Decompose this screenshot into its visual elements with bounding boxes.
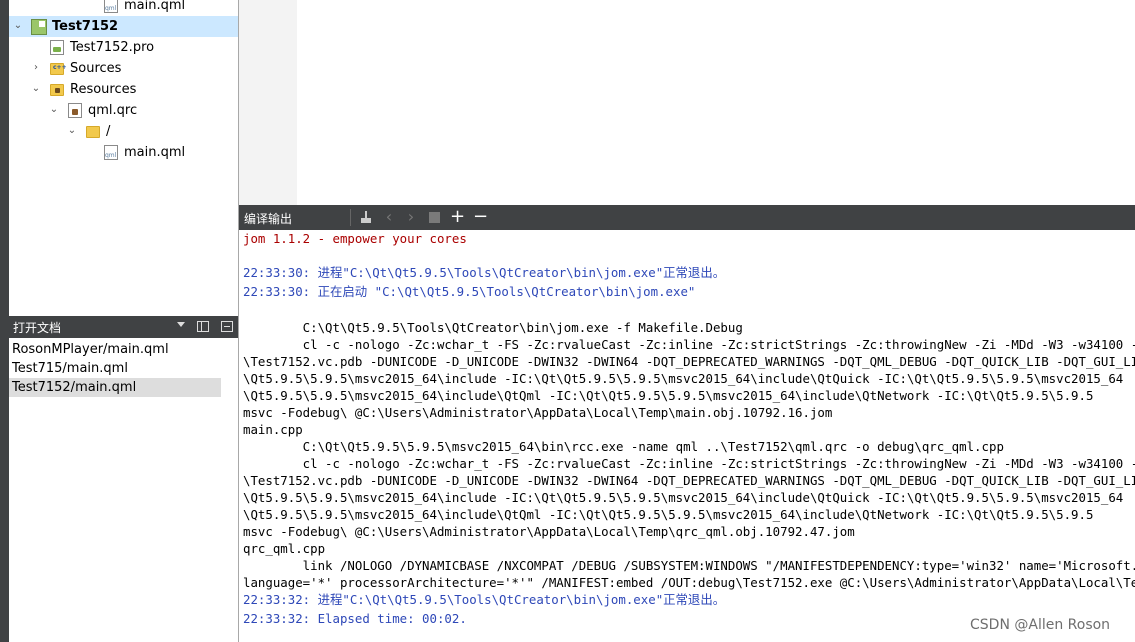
sources-folder-icon — [50, 63, 67, 75]
code-editor[interactable] — [239, 0, 1135, 205]
output-line: \Qt5.9.5\5.9.5\msvc2015_64\include\QtQml… — [243, 388, 1094, 403]
output-line: \Test7152.vc.pdb -DUNICODE -D_UNICODE -D… — [243, 473, 1135, 488]
output-line: C:\Qt\Qt5.9.5\Tools\QtCreator\bin\jom.ex… — [243, 320, 743, 335]
tree-item-resources[interactable]: ⌄ Resources — [9, 79, 238, 100]
previous-item-icon[interactable]: ‹ — [382, 209, 396, 225]
line-number-gutter — [239, 0, 297, 205]
output-line: msvc -Fodebug\ @C:\Users\Administrator\A… — [243, 524, 855, 539]
left-mode-bar — [0, 0, 9, 642]
output-line: 22:33:30: 正在启动 "C:\Qt\Qt5.9.5\Tools\QtCr… — [243, 284, 696, 299]
folder-icon — [86, 126, 100, 138]
zoom-out-icon[interactable]: − — [473, 207, 488, 227]
open-document-item-selected[interactable]: Test7152/main.qml — [9, 378, 221, 397]
tree-item-main-qml-top[interactable]: main.qml — [9, 0, 238, 16]
chevron-down-icon[interactable]: ⌄ — [67, 126, 77, 136]
output-line: 22:33:32: Elapsed time: 00:02. — [243, 611, 467, 626]
resources-folder-icon — [50, 84, 64, 96]
clean-output-icon[interactable] — [360, 211, 372, 224]
tree-item-qrc[interactable]: ⌄ qml.qrc — [9, 100, 238, 121]
dropdown-arrow-icon[interactable] — [177, 322, 185, 327]
output-line: cl -c -nologo -Zc:wchar_t -FS -Zc:rvalue… — [302, 337, 1135, 352]
toolbar-separator — [350, 209, 351, 226]
output-line: \Qt5.9.5\5.9.5\msvc2015_64\include -IC:\… — [243, 490, 1124, 505]
output-line: link /NOLOGO /DYNAMICBASE /NXCOMPAT /DEB… — [302, 558, 1135, 573]
tree-item-project[interactable]: ⌄ Test7152 — [9, 16, 238, 37]
chevron-down-icon[interactable]: ⌄ — [49, 105, 59, 115]
open-documents-title: 打开文档 — [13, 321, 62, 335]
chevron-down-icon[interactable]: ⌄ — [31, 84, 41, 94]
next-item-icon[interactable]: › — [404, 209, 418, 225]
compile-output-text[interactable]: jom 1.1.2 - empower your cores 22:33:30:… — [239, 230, 1135, 642]
output-line: C:\Qt\Qt5.9.5\5.9.5\msvc2015_64\bin\rcc.… — [243, 439, 1004, 454]
output-line: jom 1.1.2 - empower your cores — [243, 231, 467, 246]
compile-output-title: 编译输出 — [244, 212, 293, 226]
open-documents-list: RosonMPlayer/main.qml Test715/main.qml T… — [9, 338, 238, 642]
qrc-file-icon — [68, 103, 82, 118]
output-line: 22:33:30: 进程"C:\Qt\Qt5.9.5\Tools\QtCreat… — [243, 265, 726, 280]
open-document-item[interactable]: RosonMPlayer/main.qml — [9, 340, 221, 359]
project-tree: main.qml ⌄ Test7152 Test7152.pro › Sourc… — [9, 0, 238, 313]
open-document-item[interactable]: Test715/main.qml — [9, 359, 221, 378]
zoom-in-icon[interactable]: + — [450, 207, 465, 227]
tree-item-root-folder[interactable]: ⌄ / — [9, 121, 238, 142]
output-line: msvc -Fodebug\ @C:\Users\Administrator\A… — [243, 405, 833, 420]
open-documents-header: 打开文档 — [9, 316, 238, 338]
close-pane-icon[interactable] — [221, 321, 233, 332]
qml-file-icon — [104, 145, 118, 160]
tree-item-main-qml[interactable]: main.qml — [9, 142, 238, 163]
chevron-right-icon[interactable]: › — [31, 63, 41, 73]
compile-output-toolbar: 编译输出 ‹ › + − — [239, 205, 1135, 230]
tree-item-pro-file[interactable]: Test7152.pro — [9, 37, 238, 58]
output-line: language='*' processorArchitecture='*'" … — [243, 575, 1135, 590]
pro-file-icon — [50, 40, 64, 55]
tree-item-sources[interactable]: › Sources — [9, 58, 238, 79]
split-icon[interactable] — [197, 321, 209, 332]
qml-file-icon — [104, 0, 118, 13]
output-line: \Qt5.9.5\5.9.5\msvc2015_64\include -IC:\… — [243, 371, 1124, 386]
output-line: \Qt5.9.5\5.9.5\msvc2015_64\include\QtQml… — [243, 507, 1094, 522]
output-line: 22:33:32: 进程"C:\Qt\Qt5.9.5\Tools\QtCreat… — [243, 592, 726, 607]
project-icon — [31, 19, 47, 35]
chevron-down-icon[interactable]: ⌄ — [13, 21, 23, 31]
watermark: CSDN @Allen Roson — [970, 617, 1111, 633]
output-line: main.cpp — [243, 422, 303, 437]
output-line: qrc_qml.cpp — [243, 541, 326, 556]
output-line: \Test7152.vc.pdb -DUNICODE -D_UNICODE -D… — [243, 354, 1135, 369]
stop-icon[interactable] — [429, 212, 440, 223]
output-line: cl -c -nologo -Zc:wchar_t -FS -Zc:rvalue… — [302, 456, 1135, 471]
